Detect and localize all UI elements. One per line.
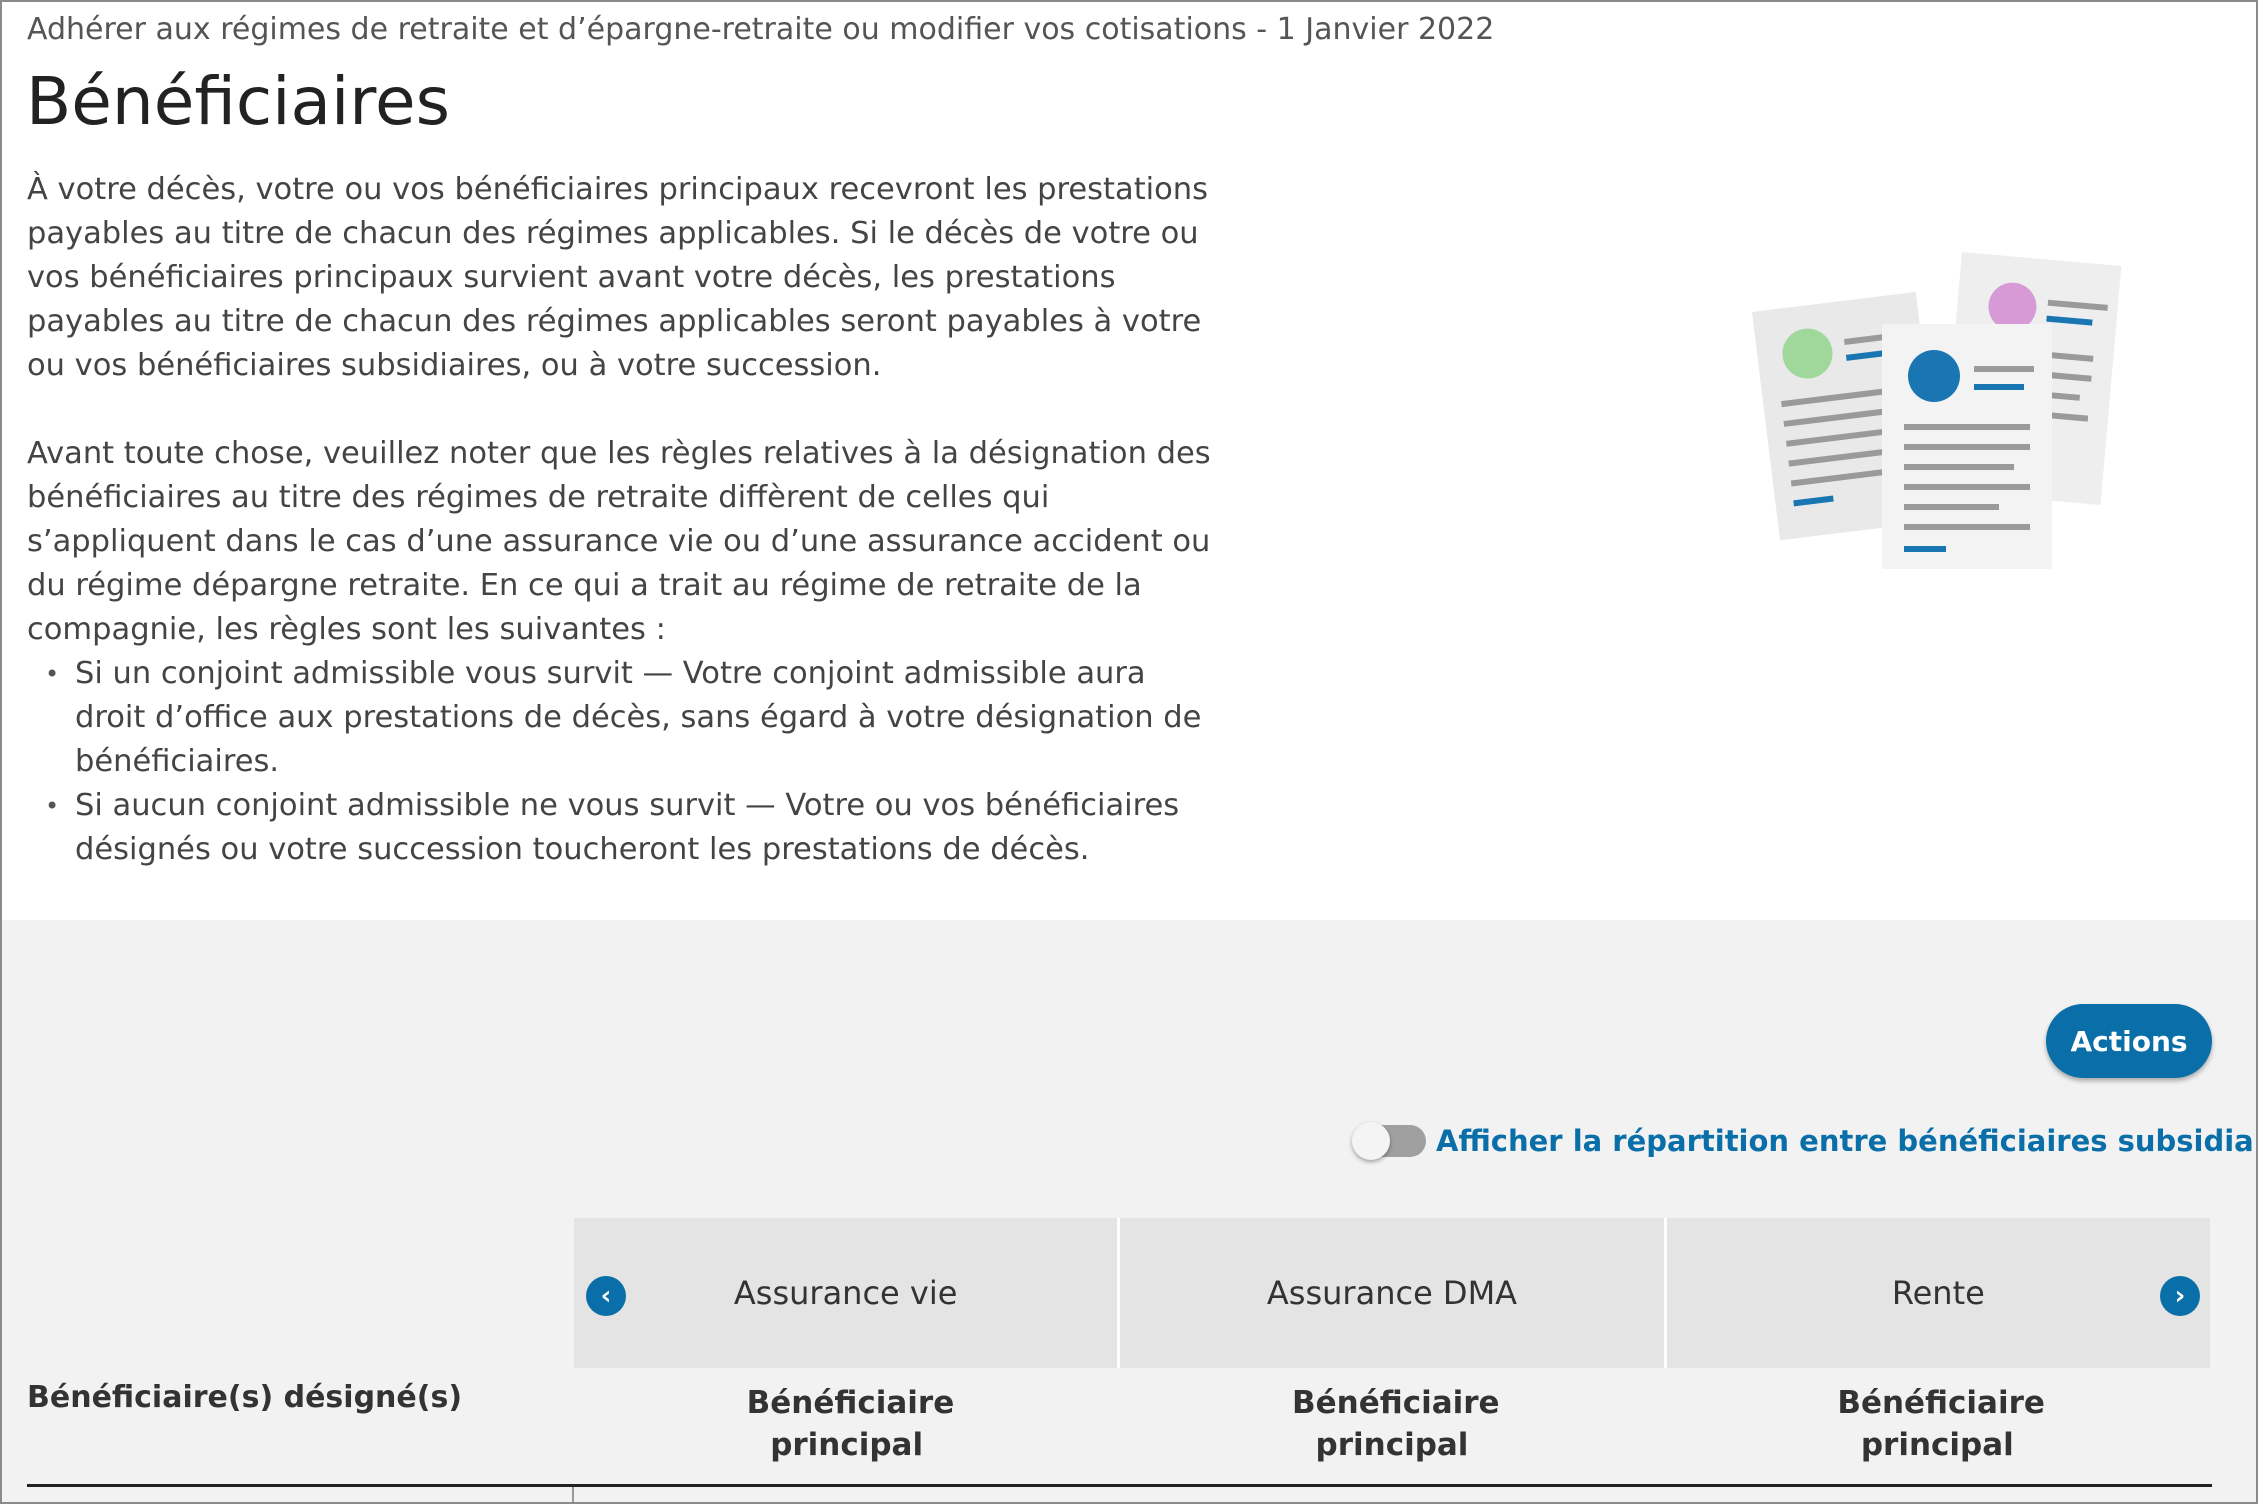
intro-text: À votre décès, votre ou vos bénéficiaire… [27, 168, 1217, 872]
chevron-right-icon[interactable]: › [2159, 1276, 2200, 1316]
toggle-knob[interactable] [1352, 1122, 1390, 1160]
beneficiary-type-cell: Bénéficiaire principal [1119, 1382, 1664, 1466]
intro-section: Adhérer aux régimes de retraite et d’épa… [2, 2, 2256, 920]
column-divider [572, 1487, 574, 1502]
intro-paragraph-2: Avant toute chose, veuillez noter que le… [27, 436, 1211, 647]
designated-beneficiaries-label: Bénéficiaire(s) désigné(s) [27, 1380, 463, 1415]
plan-column-header: Assurance DMA [1120, 1218, 1667, 1368]
intro-paragraph-1: À votre décès, votre ou vos bénéficiaire… [27, 172, 1209, 383]
beneficiary-type-cell: Bénéficiaire principal [1665, 1382, 2210, 1466]
subsidiary-toggle[interactable] [1352, 1122, 1426, 1160]
beneficiary-documents-illustration [1752, 252, 2122, 569]
actions-button[interactable]: Actions [2046, 1004, 2212, 1078]
breadcrumb: Adhérer aux régimes de retraite et d’épa… [27, 12, 1495, 47]
beneficiary-type-label: Bénéficiaire principal [1291, 1385, 1500, 1463]
rules-list: Si un conjoint admissible vous survit — … [27, 652, 1217, 872]
beneficiary-type-cell: Bénéficiaire principal [574, 1382, 1119, 1466]
plan-name: Rente [1891, 1274, 1985, 1312]
beneficiary-type-label: Bénéficiaire principal [1837, 1385, 2045, 1463]
plan-name: Assurance DMA [1266, 1274, 1518, 1312]
plan-name: Assurance vie [733, 1274, 958, 1312]
beneficiaries-panel: Actions Afficher la répartition entre bé… [2, 920, 2256, 1502]
page-title: Bénéficiaires [26, 63, 450, 140]
plan-column-header: Rente › [1666, 1218, 2210, 1368]
plan-column-header: ‹ Assurance vie [574, 1218, 1121, 1368]
rules-list-item: Si un conjoint admissible vous survit — … [45, 652, 1217, 784]
rules-list-item: Si aucun conjoint admissible ne vous sur… [45, 784, 1217, 872]
table-divider [27, 1484, 2212, 1487]
chevron-left-icon[interactable]: ‹ [586, 1276, 626, 1316]
beneficiary-type-label: Bénéficiaire principal [746, 1385, 955, 1463]
page-frame: Adhérer aux régimes de retraite et d’épa… [0, 0, 2258, 1504]
subsidiary-toggle-label[interactable]: Afficher la répartition entre bénéficiai… [1436, 1124, 2256, 1158]
beneficiary-type-row: Bénéficiaire principal Bénéficiaire prin… [574, 1382, 2210, 1466]
subsidiary-toggle-row: Afficher la répartition entre bénéficiai… [1352, 1116, 2256, 1166]
document-icon [1882, 324, 2052, 569]
plan-carousel-header: ‹ Assurance vie Assurance DMA Rente › [574, 1218, 2210, 1368]
